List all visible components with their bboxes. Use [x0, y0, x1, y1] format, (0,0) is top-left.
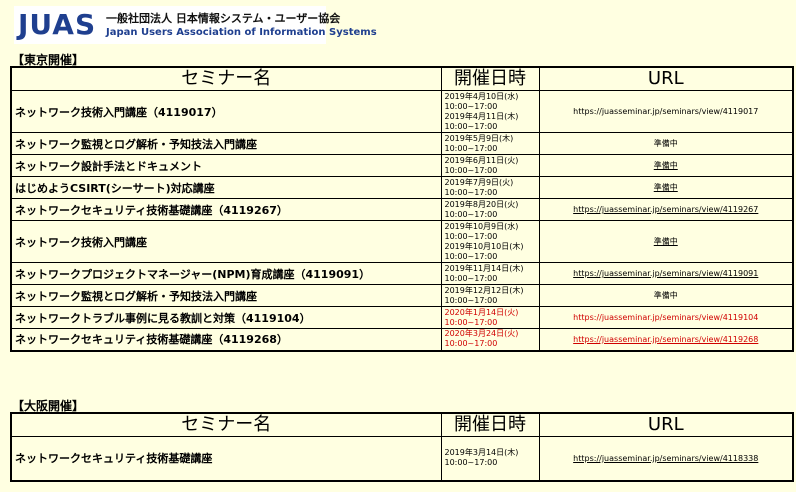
seminar-name: ネットワークセキュリティ技術基礎講座	[10, 436, 442, 481]
logo-org-jp: 一般社団法人 日本情報システム・ユーザー協会	[106, 12, 341, 25]
seminar-date: 2019年12月12日(木) 10:00~17:00	[440, 284, 540, 307]
header-url: URL	[538, 66, 794, 91]
seminar-url-link[interactable]: 準備中	[654, 183, 678, 192]
date-line: 2019年5月9日(木)	[444, 133, 514, 143]
seminar-url-link[interactable]: https://juasseminar.jp/seminars/view/411…	[573, 454, 758, 463]
seminar-url-link[interactable]: 準備中	[654, 161, 678, 170]
date-line: 2020年3月24日(火)	[444, 329, 519, 339]
date-line: 10:00~17:00	[444, 295, 498, 305]
tokyo-seminar-table: セミナー名 開催日時 URL ネットワーク技術入門講座（4119017） 2019…	[10, 66, 794, 352]
seminar-date: 2019年7月9日(火) 10:00~17:00	[440, 176, 540, 199]
date-line: 10:00~17:00	[444, 273, 498, 283]
date-line: 2019年10月10日(木)	[444, 241, 524, 251]
date-line: 2019年4月10日(水)	[444, 91, 519, 101]
logo-brand: JUAS	[18, 8, 97, 41]
table-row: ネットワークセキュリティ技術基礎講座（4119267） 2019年8月20日(火)…	[10, 198, 794, 221]
seminar-url-cell: https://juasseminar.jp/seminars/view/411…	[538, 262, 794, 285]
seminar-url-cell: 準備中	[538, 284, 794, 307]
date-line: 10:00~17:00	[444, 143, 498, 153]
logo-org-en: Japan Users Association of Information S…	[106, 27, 377, 38]
seminar-name: ネットワークトラブル事例に見る教訓と対策（4119104）	[10, 306, 442, 329]
seminar-url-link[interactable]: https://juasseminar.jp/seminars/view/411…	[573, 205, 758, 214]
header-url: URL	[538, 412, 794, 437]
date-line: 10:00~17:00	[444, 165, 498, 175]
date-line: 10:00~17:00	[444, 251, 498, 261]
seminar-date: 2020年1月14日(火) 10:00~17:00	[440, 306, 540, 329]
seminar-name: ネットワーク技術入門講座	[10, 220, 442, 263]
juas-logo: JUAS 一般社団法人 日本情報システム・ユーザー協会 Japan Users …	[14, 6, 377, 44]
seminar-name: ネットワーク設計手法とドキュメント	[10, 154, 442, 177]
seminar-name: ネットワーク技術入門講座（4119017）	[10, 90, 442, 133]
seminar-date: 2020年3月24日(火) 10:00~17:00	[440, 328, 540, 351]
table-row: ネットワーク監視とログ解析・予知技法入門講座 2019年12月12日(木) 10:0…	[10, 284, 794, 307]
seminar-url-cell: https://juasseminar.jp/seminars/view/411…	[538, 90, 794, 133]
seminar-date: 2019年3月14日(木) 10:00~17:00	[440, 436, 540, 481]
date-line: 2019年10月9日(水)	[444, 221, 519, 231]
seminar-url-link[interactable]: 準備中	[654, 237, 678, 246]
table-row: ネットワーク設計手法とドキュメント 2019年6月11日(火) 10:00~17:0…	[10, 154, 794, 177]
seminar-url-cell: 準備中	[538, 154, 794, 177]
seminar-url-link[interactable]: https://juasseminar.jp/seminars/view/411…	[573, 269, 758, 278]
date-line: 10:00~17:00	[444, 187, 498, 197]
seminar-url-cell: 準備中	[538, 220, 794, 263]
date-line: 2019年8月20日(火)	[444, 199, 519, 209]
date-line: 10:00~17:00	[444, 339, 498, 349]
seminar-url-text: https://juasseminar.jp/seminars/view/411…	[573, 107, 759, 116]
date-line: 2019年7月9日(火)	[444, 177, 514, 187]
header-date: 開催日時	[440, 66, 540, 91]
date-line: 2019年12月12日(木)	[444, 285, 524, 295]
date-line: 10:00~17:00	[444, 209, 498, 219]
table-row: ネットワークトラブル事例に見る教訓と対策（4119104） 2020年1月14日(…	[10, 306, 794, 329]
date-line: 2019年3月14日(木)	[444, 448, 519, 458]
seminar-url-cell: https://juasseminar.jp/seminars/view/411…	[538, 198, 794, 221]
table-row: ネットワーク技術入門講座 2019年10月9日(水) 10:00~17:00 2019…	[10, 220, 794, 263]
date-line: 10:00~17:00	[444, 231, 498, 241]
seminar-url-cell: https://juasseminar.jp/seminars/view/411…	[538, 436, 794, 481]
seminar-name: ネットワークセキュリティ技術基礎講座（4119267）	[10, 198, 442, 221]
seminar-name: ネットワーク監視とログ解析・予知技法入門講座	[10, 284, 442, 307]
table-row: ネットワーク技術入門講座（4119017） 2019年4月10日(水) 10:00~…	[10, 90, 794, 133]
date-line: 10:00~17:00	[444, 458, 498, 468]
osaka-seminar-table: セミナー名 開催日時 URL ネットワークセキュリティ技術基礎講座 2019年3月…	[10, 412, 794, 482]
seminar-date: 2019年10月9日(水) 10:00~17:00 2019年10月10日(木) 10…	[440, 220, 540, 263]
header-seminar-name: セミナー名	[10, 66, 442, 91]
table-row: はじめようCSIRT(シーサート)対応講座 2019年7月9日(火) 10:00~1…	[10, 176, 794, 199]
seminar-url-cell: https://juasseminar.jp/seminars/view/411…	[538, 306, 794, 329]
seminar-date: 2019年5月9日(木) 10:00~17:00	[440, 132, 540, 155]
seminar-name: はじめようCSIRT(シーサート)対応講座	[10, 176, 442, 199]
seminar-url-text: 準備中	[653, 291, 678, 300]
table-row: ネットワークセキュリティ技術基礎講座 2019年3月14日(木) 10:00~17:…	[10, 436, 794, 481]
seminar-date: 2019年4月10日(水) 10:00~17:00 2019年4月11日(木) 10:…	[440, 90, 540, 133]
seminar-date: 2019年11月14日(木) 10:00~17:00	[440, 262, 540, 285]
date-line: 10:00~17:00	[444, 317, 498, 327]
header-seminar-name: セミナー名	[10, 412, 442, 437]
seminar-url-text: https://juasseminar.jp/seminars/view/411…	[573, 313, 759, 322]
seminar-url-cell: 準備中	[538, 132, 794, 155]
date-line: 2019年6月11日(火)	[444, 155, 519, 165]
seminar-url-text: 準備中	[653, 139, 678, 148]
seminar-url-link[interactable]: https://juasseminar.jp/seminars/view/411…	[573, 335, 758, 344]
table-row: ネットワークセキュリティ技術基礎講座（4119268） 2020年3月24日(火)…	[10, 328, 794, 351]
seminar-url-cell: 準備中	[538, 176, 794, 199]
seminar-date: 2019年6月11日(火) 10:00~17:00	[440, 154, 540, 177]
date-line: 2019年4月11日(木)	[444, 111, 519, 121]
seminar-date: 2019年8月20日(火) 10:00~17:00	[440, 198, 540, 221]
table-row: ネットワークプロジェクトマネージャー(NPM)育成講座（4119091） 2019…	[10, 262, 794, 285]
seminar-name: ネットワーク監視とログ解析・予知技法入門講座	[10, 132, 442, 155]
date-line: 10:00~17:00	[444, 121, 498, 131]
seminar-url-cell: https://juasseminar.jp/seminars/view/411…	[538, 328, 794, 351]
table-row: ネットワーク監視とログ解析・予知技法入門講座 2019年5月9日(木) 10:00~…	[10, 132, 794, 155]
seminar-name: ネットワークセキュリティ技術基礎講座（4119268）	[10, 328, 442, 351]
date-line: 10:00~17:00	[444, 101, 498, 111]
date-line: 2020年1月14日(火)	[444, 307, 519, 317]
seminar-name: ネットワークプロジェクトマネージャー(NPM)育成講座（4119091）	[10, 262, 442, 285]
date-line: 2019年11月14日(木)	[444, 263, 524, 273]
header-date: 開催日時	[440, 412, 540, 437]
